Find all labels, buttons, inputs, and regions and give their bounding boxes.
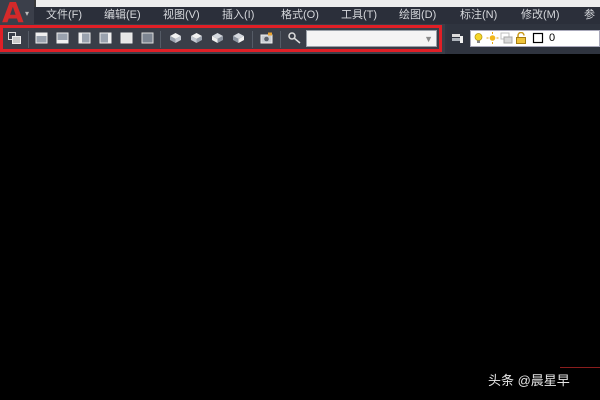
nw-iso-view-icon[interactable] [232, 32, 245, 44]
toolbar-separator [280, 31, 281, 48]
menu-view[interactable]: 视图(V) [163, 9, 200, 22]
sun-icon[interactable] [486, 32, 499, 44]
sw-iso-view-icon[interactable] [169, 32, 182, 44]
bottom-view-icon[interactable] [56, 32, 69, 44]
drawing-canvas[interactable] [0, 54, 600, 400]
toolbar-separator [160, 31, 161, 48]
left-view-icon[interactable] [78, 32, 91, 44]
top-view-icon[interactable] [35, 32, 48, 44]
chevron-down-icon: ▼ [424, 34, 433, 44]
toolbar-separator [252, 31, 253, 48]
front-view-icon[interactable] [120, 32, 133, 44]
freeze-viewport-icon[interactable] [500, 32, 513, 44]
menu-bar: 文件(F) 编辑(E) 视图(V) 插入(I) 格式(O) 工具(T) 绘图(D… [0, 7, 600, 24]
menu-modify[interactable]: 修改(M) [521, 9, 560, 22]
right-view-icon[interactable] [99, 32, 112, 44]
menu-insert[interactable]: 插入(I) [222, 9, 254, 22]
view-name-dropdown[interactable]: ▼ [306, 30, 437, 47]
current-layer-name: 0 [549, 32, 556, 44]
title-bar [0, 0, 600, 7]
autocad-logo-icon: A [2, 0, 24, 29]
watermark-text: 头条 @晨星早 [488, 373, 570, 388]
back-view-icon[interactable] [141, 32, 154, 44]
chevron-down-icon: ▾ [25, 9, 30, 18]
menu-tools[interactable]: 工具(T) [341, 9, 377, 22]
color-swatch-icon[interactable] [532, 32, 545, 44]
toolbar-separator [28, 31, 29, 48]
named-views-icon[interactable] [8, 32, 21, 44]
layer-manager-icon[interactable] [451, 32, 464, 44]
menu-edit[interactable]: 编辑(E) [104, 9, 141, 22]
menu-dimension[interactable]: 标注(N) [460, 9, 497, 22]
lock-icon[interactable] [515, 32, 528, 44]
camera-icon[interactable] [260, 32, 273, 44]
ucs-icon[interactable] [288, 32, 301, 44]
menu-parameters[interactable]: 参 [584, 9, 595, 22]
canvas-edge-line [560, 367, 600, 368]
se-iso-view-icon[interactable] [190, 32, 203, 44]
menu-file[interactable]: 文件(F) [46, 9, 82, 22]
menu-draw[interactable]: 绘图(D) [399, 9, 436, 22]
menu-format[interactable]: 格式(O) [281, 9, 319, 22]
lightbulb-icon[interactable] [472, 32, 485, 44]
application-menu-button[interactable]: A ▾ [0, 0, 34, 30]
ne-iso-view-icon[interactable] [211, 32, 224, 44]
